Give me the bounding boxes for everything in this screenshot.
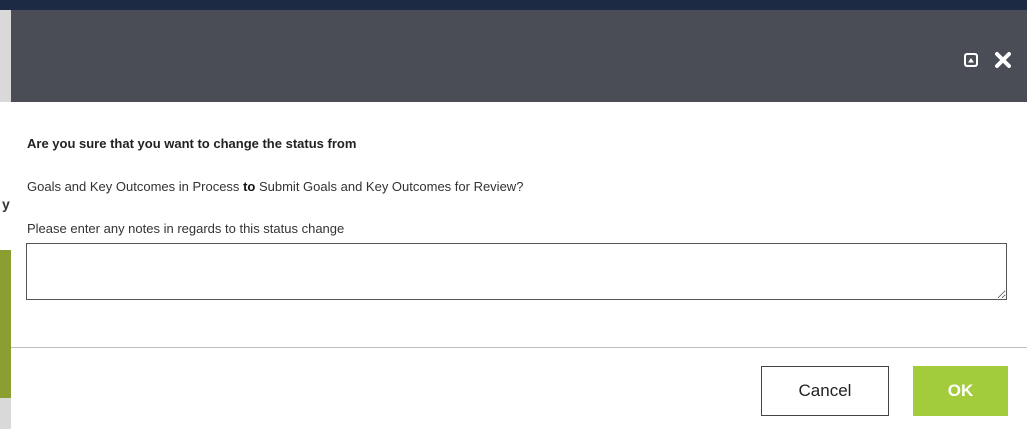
background-page-strip: y bbox=[0, 0, 11, 429]
dialog-body: Are you sure that you want to change the… bbox=[11, 102, 1027, 348]
cancel-button[interactable]: Cancel bbox=[761, 366, 889, 416]
ok-button[interactable]: OK bbox=[913, 366, 1008, 416]
background-green-panel bbox=[0, 250, 11, 398]
confirm-question: Are you sure that you want to change the… bbox=[27, 136, 357, 151]
dialog-header bbox=[11, 10, 1027, 102]
header-icon-group bbox=[961, 50, 1013, 70]
to-status: Submit Goals and Key Outcomes for Review… bbox=[258, 179, 524, 194]
maximize-icon[interactable] bbox=[961, 50, 981, 70]
status-change-dialog: Are you sure that you want to change the… bbox=[11, 10, 1027, 429]
notes-textarea[interactable] bbox=[26, 243, 1007, 300]
status-transition-text: Goals and Key Outcomes in Process to Sub… bbox=[27, 179, 523, 194]
background-text-fragment: y bbox=[2, 196, 10, 212]
notes-label: Please enter any notes in regards to thi… bbox=[27, 221, 345, 236]
dialog-footer: Cancel OK bbox=[11, 348, 1027, 429]
from-status: Goals and Key Outcomes in Process bbox=[27, 179, 240, 194]
status-connector: to bbox=[243, 179, 256, 194]
screen: y Are you sure that you want to change t… bbox=[0, 0, 1027, 429]
background-panel bbox=[0, 102, 11, 250]
background-topbar bbox=[0, 0, 11, 10]
background-top-bar bbox=[11, 0, 1027, 10]
close-icon[interactable] bbox=[993, 50, 1013, 70]
